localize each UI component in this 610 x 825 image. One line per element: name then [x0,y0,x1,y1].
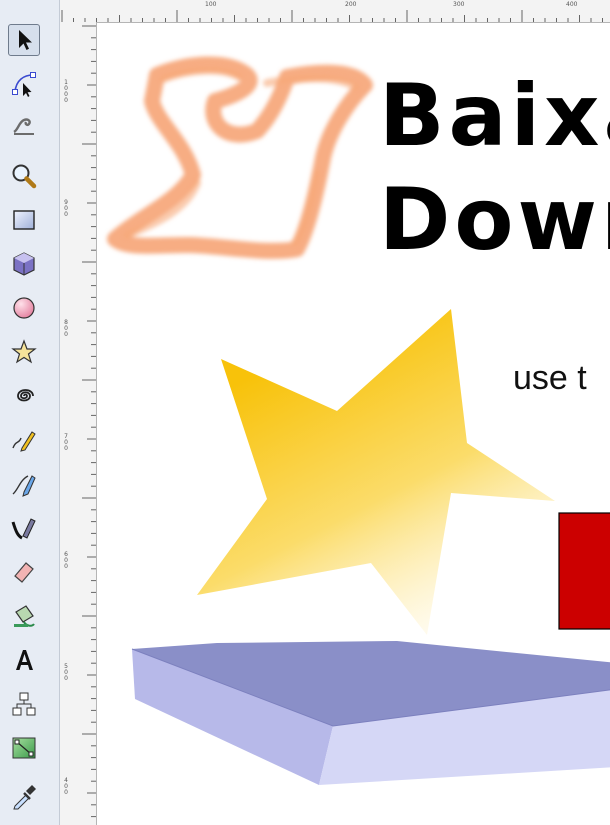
drawing-canvas[interactable]: Baixa Down use t [97,23,610,825]
ruler-label: 1000 [64,79,68,104]
magnifier-icon [12,164,37,189]
toolbox [0,0,60,825]
vertical-ruler[interactable]: 1000 900 800 700 600 500 400 [60,22,97,825]
arrow-pointer-icon [19,30,32,50]
calligraphy-tool-button[interactable] [8,512,40,544]
dropper-tool-button[interactable] [8,780,40,812]
connector-tool-button[interactable] [8,688,40,720]
box3d-tool-button[interactable] [8,248,40,280]
ruler-label: 300 [453,1,465,8]
calligraphy-icon [11,518,36,540]
ruler-label: 700 [64,433,68,452]
platform-3d[interactable] [131,641,610,785]
star-tool-button[interactable] [8,336,40,368]
pen-tool-button[interactable] [8,468,40,500]
dropper-icon [13,785,36,810]
red-rectangle[interactable] [558,512,610,630]
tweak-icon [13,118,34,135]
gradient-star[interactable] [197,309,555,635]
star-icon [11,339,37,364]
headline-line-1[interactable]: Baixa [379,66,610,166]
paint-bucket-tool-button[interactable] [8,600,40,632]
eraser-icon [14,562,34,583]
ruler-label: 500 [64,663,68,682]
ruler-label: 100 [205,1,217,8]
eraser-tool-button[interactable] [8,556,40,588]
rectangle-icon [13,210,35,230]
box-3d-icon [13,252,35,276]
ruler-label: 600 [64,551,68,570]
spiral-tool-button[interactable] [8,380,40,412]
headline-line-2[interactable]: Down [379,170,610,270]
artwork: Baixa Down use t [107,56,610,785]
vertical-ruler-ticks [82,25,96,818]
ruler-label: 800 [64,319,68,338]
pen-icon [12,475,36,497]
selector-tool-button[interactable] [8,24,40,56]
ruler-label: 900 [64,199,68,218]
spiral-icon [17,389,34,402]
pencil-tool-button[interactable] [8,424,40,456]
text-icon [16,650,33,670]
ruler-label: 400 [566,1,578,8]
pencil-icon [12,431,36,452]
text-tool-button[interactable] [8,644,40,676]
node-edit-icon [12,72,36,97]
zoom-tool-button[interactable] [8,160,40,192]
subtitle-text[interactable]: use t [513,359,587,397]
ellipse-tool-button[interactable] [8,292,40,324]
ruler-label: 200 [345,1,357,8]
ruler-label: 400 [64,777,68,796]
rectangle-tool-button[interactable] [8,204,40,236]
horizontal-ruler-ticks [61,10,603,22]
horizontal-ruler[interactable]: 100 200 300 400 [60,0,610,23]
gradient-icon [12,737,36,759]
brush-shape[interactable] [107,56,373,259]
gradient-tool-button[interactable] [8,732,40,764]
node-tool-button[interactable] [8,68,40,100]
ellipse-icon [13,297,35,319]
paint-bucket-icon [14,605,35,627]
tweak-tool-button[interactable] [8,108,40,140]
connector-icon [12,692,36,716]
